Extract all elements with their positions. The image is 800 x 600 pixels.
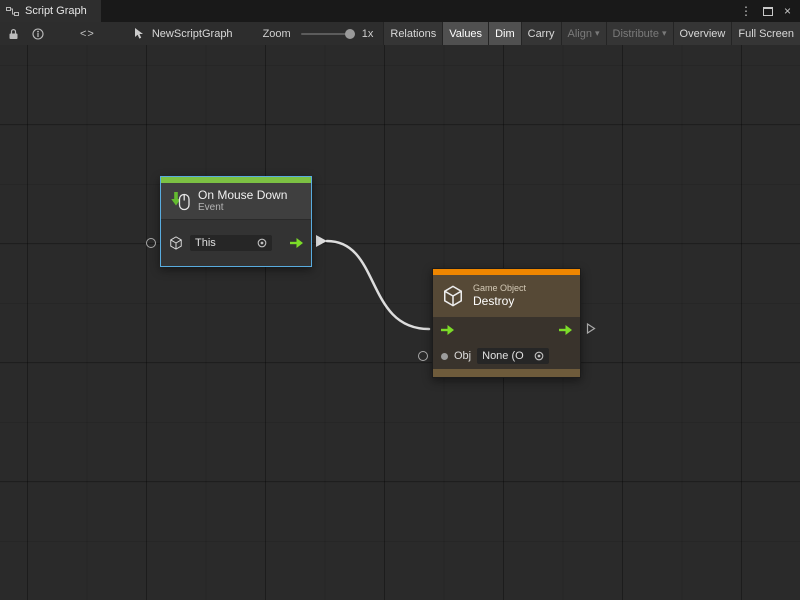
external-trigger-port[interactable] <box>586 323 596 338</box>
obj-value-text: None (O <box>482 350 524 362</box>
dim-button[interactable]: Dim <box>488 22 521 45</box>
zoom-slider[interactable] <box>301 28 355 40</box>
trigger-output-port[interactable] <box>559 325 572 335</box>
graph-name: NewScriptGraph <box>152 28 233 40</box>
info-icon[interactable] <box>32 28 44 40</box>
align-button[interactable]: Align ▾ <box>561 22 606 45</box>
trigger-port-row <box>433 317 580 343</box>
target-value-text: This <box>195 237 216 249</box>
obj-input-port[interactable] <box>418 351 428 361</box>
mouse-down-event-icon <box>169 190 191 212</box>
node-title: On Mouse Down <box>198 188 287 202</box>
tab-bar: Script Graph ⋮ × <box>0 0 800 22</box>
node-body: Obj None (O <box>433 317 580 369</box>
graph-breadcrumb[interactable]: NewScriptGraph <box>133 27 233 40</box>
tab-script-graph[interactable]: Script Graph <box>0 0 101 22</box>
obj-port-label: Obj <box>454 350 471 362</box>
toolbar-buttons: Relations Values Dim Carry Align ▾ Distr… <box>383 22 800 45</box>
window-close-icon[interactable]: × <box>784 5 791 17</box>
target-value-field[interactable]: This <box>190 235 272 251</box>
chevron-down-icon: ▾ <box>595 28 600 39</box>
zoom-slider-knob[interactable] <box>345 29 355 39</box>
window-menu-icon[interactable]: ⋮ <box>740 5 752 17</box>
window-controls: ⋮ × <box>731 0 800 22</box>
zoom-label: Zoom <box>263 28 291 40</box>
chevron-down-icon: ▾ <box>662 28 667 39</box>
carry-button[interactable]: Carry <box>521 22 561 45</box>
edit-graph-pointer-icon <box>133 27 146 40</box>
relations-button[interactable]: Relations <box>383 22 442 45</box>
connection-wire[interactable] <box>0 45 800 600</box>
target-input-port[interactable] <box>146 238 156 248</box>
node-subtitle: Event <box>198 202 287 214</box>
obj-port-row: Obj None (O <box>433 343 580 369</box>
node-titles: Game Object Destroy <box>473 283 526 308</box>
object-picker-icon[interactable] <box>257 238 267 248</box>
tab-bar-spacer <box>101 0 731 22</box>
game-object-cube-icon <box>442 285 464 307</box>
node-on-mouse-down[interactable]: On Mouse Down Event This <box>160 176 312 267</box>
fullscreen-button[interactable]: Full Screen <box>731 22 800 45</box>
script-graph-icon <box>6 6 19 17</box>
lock-icon[interactable] <box>8 28 19 40</box>
distribute-button[interactable]: Distribute ▾ <box>606 22 673 45</box>
node-title: Destroy <box>473 294 526 308</box>
obj-port-dot[interactable] <box>441 353 448 360</box>
obj-value-field[interactable]: None (O <box>477 348 549 364</box>
object-picker-icon[interactable] <box>534 351 544 361</box>
trigger-output-port[interactable] <box>290 238 303 248</box>
game-object-cube-icon <box>169 236 183 250</box>
tab-title: Script Graph <box>25 5 87 17</box>
node-port-row: This <box>161 219 311 266</box>
graph-canvas[interactable]: On Mouse Down Event This <box>0 45 800 600</box>
graph-toolbar: <> NewScriptGraph Zoom 1x Relations Valu… <box>0 22 800 46</box>
node-titles: On Mouse Down Event <box>198 188 287 214</box>
node-header[interactable]: On Mouse Down Event <box>161 183 311 219</box>
node-category: Game Object <box>473 283 526 294</box>
overview-button[interactable]: Overview <box>673 22 732 45</box>
window-maximize-icon[interactable] <box>763 7 773 16</box>
code-view-icon[interactable]: <> <box>80 28 95 40</box>
node-destroy[interactable]: Game Object Destroy <box>432 268 581 378</box>
node-header[interactable]: Game Object Destroy <box>433 275 580 317</box>
values-button[interactable]: Values <box>442 22 488 45</box>
node-footer-strip <box>433 369 580 377</box>
trigger-input-port[interactable] <box>441 325 454 335</box>
zoom-value: 1x <box>362 28 374 40</box>
unity-script-graph-window: Script Graph ⋮ × <> <box>0 0 800 600</box>
